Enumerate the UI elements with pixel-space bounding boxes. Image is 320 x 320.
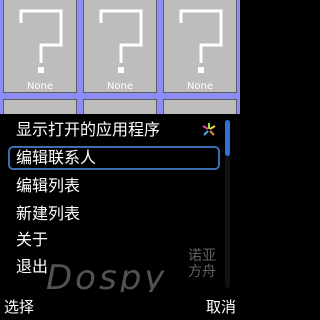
contact-tile [3,0,77,93]
contact-tile [83,0,157,93]
contact-tile [163,0,237,93]
scrollbar-thumb[interactable] [225,120,230,156]
contact-caption: None [26,81,54,92]
watermark-cn: 诺亚 方舟 [188,248,216,280]
menu-item-show-open-apps[interactable]: 显示打开的应用程序 [8,118,220,142]
menu-item-new-list[interactable]: 新建列表 [8,202,220,226]
menu-item-edit-contact[interactable]: 编辑联系人 [8,146,220,170]
contact-caption: None [106,81,134,92]
unknown-contact-icon [179,9,223,73]
watermark-cn-line: 诺亚 [188,248,216,264]
contact-caption: None [186,81,214,92]
softkey-bar: 选择 取消 [0,292,240,320]
menu-item-edit-list[interactable]: 编辑列表 [8,174,220,198]
menu-scrollbar[interactable] [225,120,230,288]
unknown-contact-icon [19,9,63,73]
cancel-softkey[interactable]: 取消 [206,296,236,317]
select-softkey[interactable]: 选择 [4,296,34,317]
contacts-grid-background: None None None [0,0,240,129]
unknown-contact-icon [99,9,143,73]
watermark-cn-line: 方舟 [188,264,216,280]
sparkle-icon [202,123,216,136]
